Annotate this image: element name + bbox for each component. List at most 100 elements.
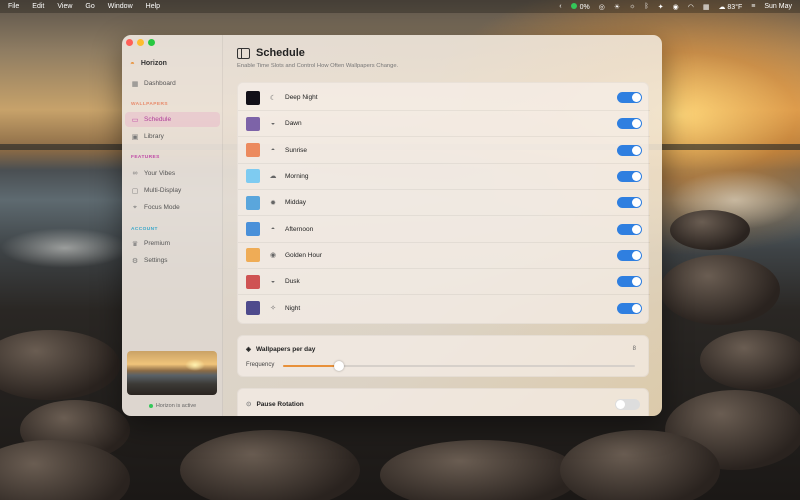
menu-edit[interactable]: Edit <box>32 3 44 10</box>
section-label-features: FEATURES <box>131 155 160 160</box>
status-indicator: Horizon is active <box>122 403 223 409</box>
app-name: Horizon <box>140 60 167 67</box>
sidebar-item-settings[interactable]: ⚙ Settings <box>125 253 220 268</box>
frequency-slider[interactable] <box>283 361 635 371</box>
slot-toggle[interactable] <box>617 92 642 103</box>
wallpaper-preview[interactable] <box>127 351 217 395</box>
app-header: ◓ Horizon <box>130 59 167 68</box>
focus-icon: ⌖ <box>133 203 137 211</box>
sidebar-item-schedule[interactable]: ▭ Schedule <box>125 112 220 127</box>
sidebar-item-label: Settings <box>144 257 168 264</box>
rock <box>0 330 120 400</box>
slot-icon: ◒ <box>270 278 276 286</box>
time-slot-row: ✧ Night <box>238 295 650 321</box>
menu-file[interactable]: File <box>8 3 19 10</box>
slot-toggle[interactable] <box>617 144 642 156</box>
pause-rotation-toggle[interactable] <box>615 399 640 410</box>
sidebar-item-label: Your Vibes <box>144 170 176 177</box>
minimize-button[interactable] <box>137 39 144 46</box>
gear-icon: ⚙ <box>131 257 139 265</box>
slot-color-swatch <box>246 301 260 316</box>
menu-view[interactable]: View <box>57 3 72 10</box>
slot-name: Morning <box>285 172 309 180</box>
slot-name: Midday <box>285 199 306 207</box>
slot-name: Golden Hour <box>285 251 322 259</box>
main-content: Schedule Enable Time Slots and Control H… <box>223 35 662 416</box>
sidebar-item-multi-display[interactable]: ▢ Multi-Display <box>125 183 220 198</box>
sidebar-item-your-vibes[interactable]: ∞ Your Vibes <box>125 166 220 181</box>
sunset-icon[interactable]: ☀ <box>614 3 620 11</box>
slot-toggle[interactable] <box>617 302 642 314</box>
slot-color-swatch <box>246 222 260 236</box>
slot-color-swatch <box>246 90 260 105</box>
time-slot-row: ◓ Sunrise <box>238 138 650 164</box>
display-icon[interactable]: ◉ <box>673 3 679 11</box>
sidebar-item-dashboard[interactable]: ▦ Dashboard <box>125 76 220 91</box>
sidebar-item-label: Premium <box>144 240 171 247</box>
section-label-wallpapers: WALLPAPERS <box>131 102 168 107</box>
sidebar-item-focus-mode[interactable]: ⌖ Focus Mode <box>125 200 220 215</box>
slot-toggle[interactable] <box>617 118 642 130</box>
control-center-icon[interactable]: ≡ <box>751 3 755 10</box>
bluetooth-icon[interactable]: ᛒ <box>645 3 649 10</box>
sidebar-item-library[interactable]: ▣ Library <box>125 129 220 144</box>
zoom-button[interactable] <box>148 39 155 46</box>
image-icon: ▣ <box>131 133 139 141</box>
battery-status[interactable]: 0% <box>570 2 590 11</box>
time-slot-row: ◉ Golden Hour <box>238 243 650 269</box>
battery-dot-icon <box>570 2 577 9</box>
weather-status[interactable]: ☁ 83°F <box>718 3 742 11</box>
slot-toggle[interactable] <box>617 197 642 209</box>
star-icon[interactable]: ✦ <box>658 3 664 11</box>
slot-icon: ◒ <box>270 120 276 128</box>
slot-icon: ☁ <box>269 173 277 181</box>
close-button[interactable] <box>126 39 133 46</box>
sunglasses-icon: ∞ <box>132 170 138 177</box>
slot-toggle[interactable] <box>617 170 642 182</box>
sidebar-item-label: Focus Mode <box>144 204 180 211</box>
slot-toggle[interactable] <box>617 223 642 235</box>
toggle-knob <box>632 303 641 313</box>
page-header: Schedule <box>237 47 305 59</box>
display-icon: ▢ <box>131 187 139 195</box>
window-controls <box>126 39 155 46</box>
sidebar-item-premium[interactable]: ♛ Premium <box>125 236 220 251</box>
section-label-account: ACCOUNT <box>131 227 158 232</box>
toggle-knob <box>632 277 641 287</box>
slot-icon: ◓ <box>270 146 276 154</box>
sidebar-item-label: Dashboard <box>144 80 176 87</box>
sidebar-item-label: Multi-Display <box>144 187 182 194</box>
chevron-left-icon[interactable]: ‹ <box>559 3 561 10</box>
pause-header: ⊙ Pause Rotation <box>246 400 304 409</box>
slot-name: Sunrise <box>285 146 308 154</box>
gift-icon[interactable]: ▦ <box>703 3 710 11</box>
menu-window[interactable]: Window <box>108 3 133 10</box>
slot-icon: ◓ <box>270 225 276 233</box>
crown-icon: ♛ <box>131 240 139 248</box>
slider-thumb[interactable] <box>334 361 345 371</box>
time-slot-row: ◓ Afternoon <box>238 217 650 243</box>
clock[interactable]: Sun May <box>764 3 792 10</box>
slot-toggle[interactable] <box>617 276 642 288</box>
sun-icon[interactable]: ☼ <box>629 3 635 10</box>
grid-icon: ▦ <box>131 80 139 88</box>
slot-icon: ☾ <box>269 94 277 102</box>
rock <box>700 330 800 390</box>
sun-glow <box>185 359 205 371</box>
toggle-knob <box>632 198 641 208</box>
time-slot-list: ☾ Deep Night ◒ Dawn ◓ Sunrise ☁ Morning ✹ Midday ◓… <box>237 82 650 324</box>
sidebar-item-label: Schedule <box>144 116 172 123</box>
menu-go[interactable]: Go <box>85 3 94 10</box>
slot-color-swatch <box>246 116 260 131</box>
slot-toggle[interactable] <box>617 249 642 261</box>
menu-help[interactable]: Help <box>146 3 160 10</box>
slot-icon: ✹ <box>270 199 276 207</box>
rock <box>560 430 720 500</box>
sync-icon[interactable]: ◎ <box>599 3 605 11</box>
slot-color-swatch <box>246 169 260 184</box>
toggle-knob <box>632 171 641 181</box>
pause-icon: ⊙ <box>246 401 252 408</box>
wifi-icon[interactable]: ◠ <box>688 3 694 11</box>
cloud-icon: ☁ <box>718 3 726 11</box>
wallpapers-per-day-card: ◈ Wallpapers per day 8 Frequency <box>237 335 649 377</box>
